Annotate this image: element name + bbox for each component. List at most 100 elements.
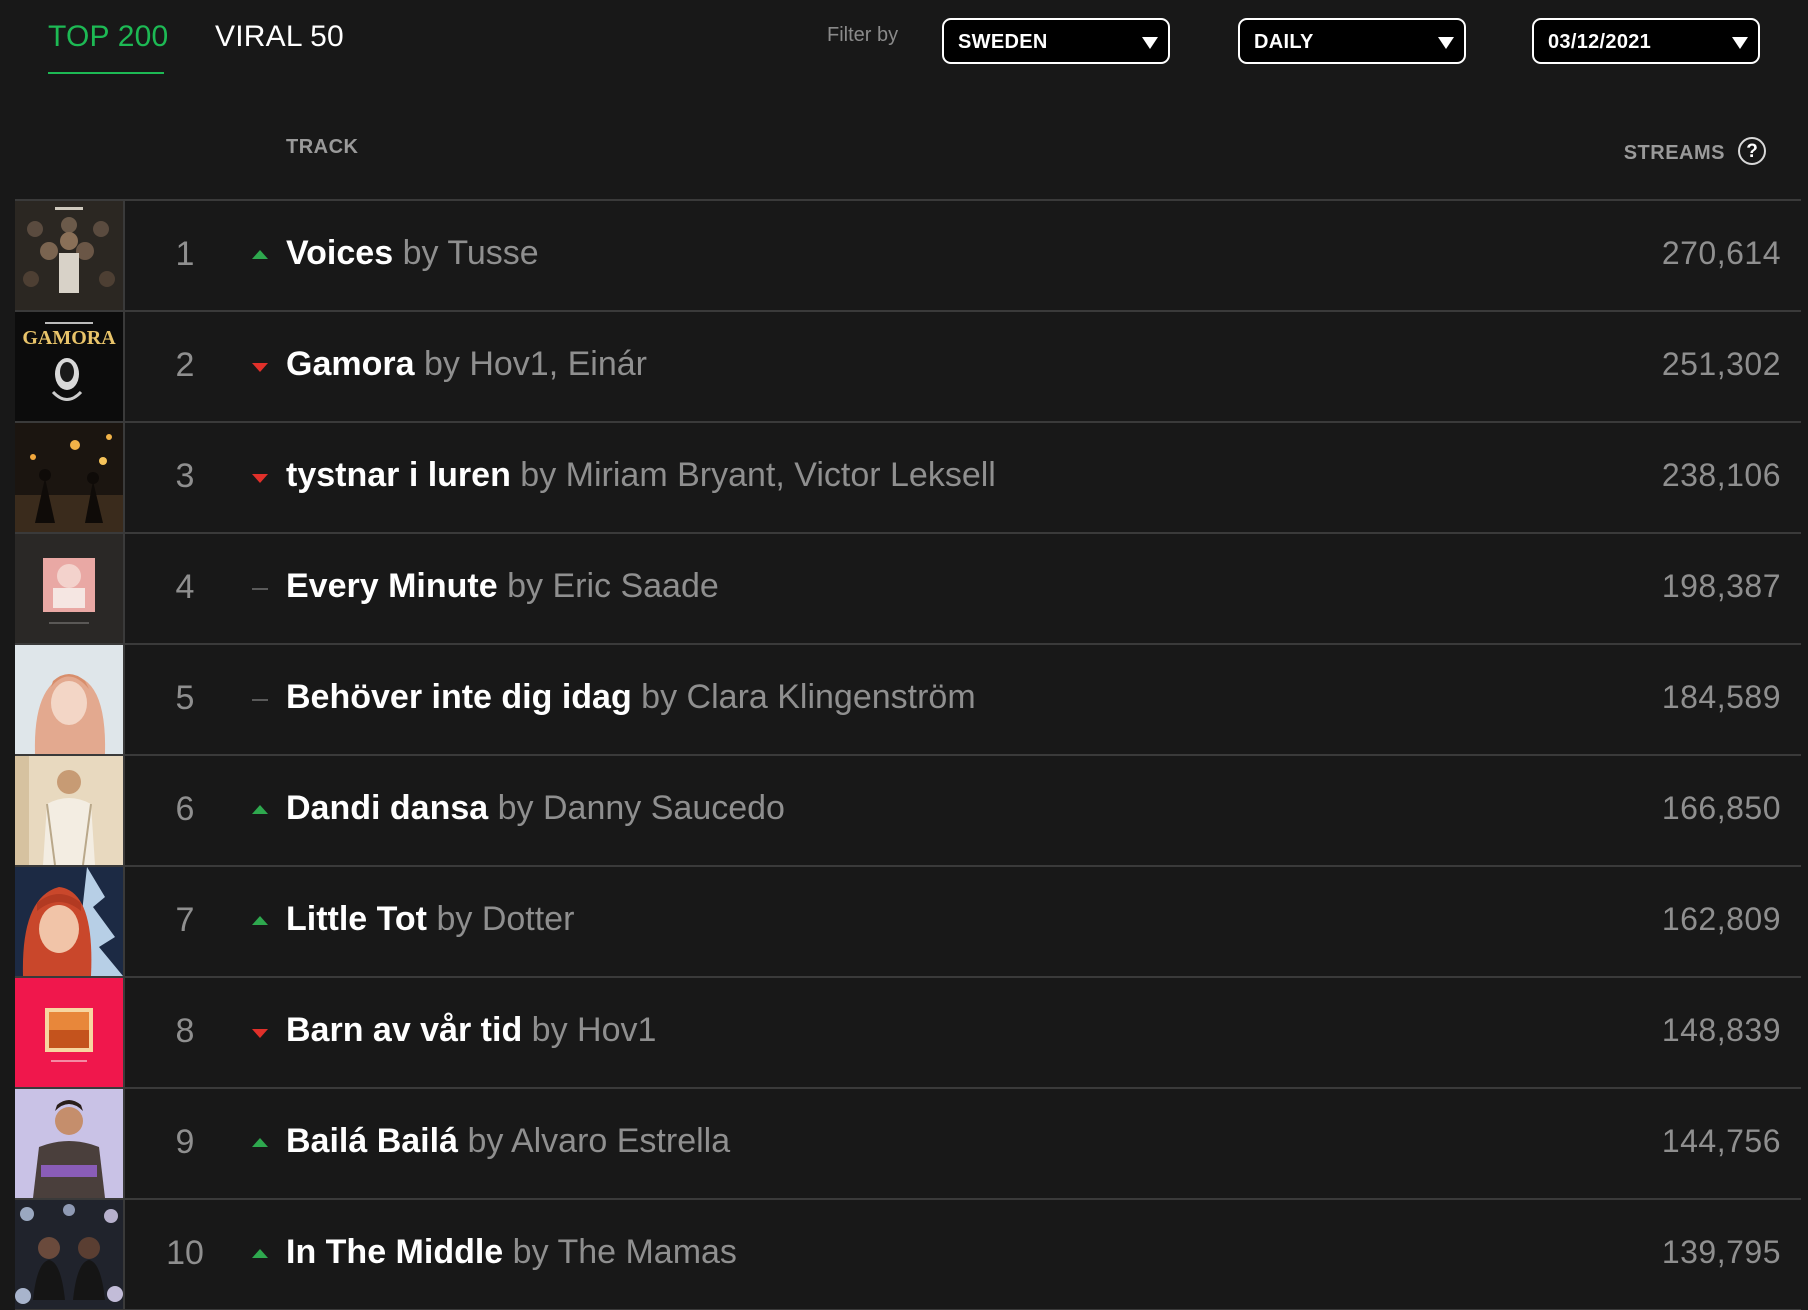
album-art-text: GAMORA: [22, 327, 116, 349]
stream-count: 166,850: [1661, 790, 1781, 826]
row-divider: [123, 867, 125, 976]
stream-count: 270,614: [1661, 235, 1781, 271]
chart-position: 6: [175, 790, 195, 828]
song-name: Barn av vår tid: [286, 1011, 523, 1049]
album-art: GAMORA: [15, 312, 123, 421]
frequency-dropdown[interactable]: DAILY: [1238, 18, 1466, 64]
song-name: Voices: [286, 234, 394, 272]
country-dropdown[interactable]: SWEDEN: [942, 18, 1170, 64]
trend-unchanged-icon: [252, 699, 268, 701]
song-name: In The Middle: [286, 1233, 504, 1271]
frequency-dropdown-value: DAILY: [1254, 31, 1314, 53]
album-art: [15, 756, 123, 865]
track-title[interactable]: Behöver inte dig idag by Clara Klingenst…: [286, 678, 976, 717]
tab-top-200[interactable]: TOP 200: [48, 20, 168, 54]
row-divider: [123, 312, 125, 421]
chart-row[interactable]: 5 Behöver inte dig idag by Clara Klingen…: [15, 645, 1801, 756]
artist-name: Alvaro Estrella: [510, 1122, 731, 1160]
album-art: [15, 423, 123, 532]
artist-name: Clara Klingenström: [686, 678, 976, 716]
row-divider: [123, 756, 125, 865]
row-divider: [123, 534, 125, 643]
by-label: by: [436, 900, 473, 938]
album-art: [15, 534, 123, 643]
track-title[interactable]: In The Middle by The Mamas: [286, 1233, 737, 1272]
song-name: tystnar i luren: [286, 456, 511, 494]
artist-name: Hov1: [577, 1011, 657, 1049]
trend-up-icon: [252, 805, 268, 814]
trend-up-icon: [252, 916, 268, 925]
row-divider: [123, 423, 125, 532]
album-art: [15, 645, 123, 754]
stream-count: 144,756: [1661, 1123, 1781, 1159]
stream-count: 198,387: [1661, 568, 1781, 604]
charts-page: TOP 200 VIRAL 50 Filter by SWEDEN DAILY …: [0, 0, 1808, 1310]
chart-row[interactable]: 10 In The Middle by The Mamas 139,795: [15, 1200, 1801, 1310]
chart-row[interactable]: 9 Bailá Bailá by Alvaro Estrella 144,756: [15, 1089, 1801, 1200]
filter-label: Filter by: [827, 24, 899, 46]
tab-viral-50[interactable]: VIRAL 50: [215, 20, 344, 54]
streams-column-header: STREAMS: [1623, 142, 1725, 164]
chart-row[interactable]: 3 tystnar i luren by Miriam Bryant, Vict…: [15, 423, 1801, 534]
song-name: Behöver inte dig idag: [286, 678, 632, 716]
trend-unchanged-icon: [252, 588, 268, 590]
caret-down-icon: [1438, 37, 1454, 49]
by-label: by: [402, 234, 439, 272]
chart-row[interactable]: 4 Every Minute by Eric Saade 198,387: [15, 534, 1801, 645]
row-divider: [123, 201, 125, 310]
artist-name: Tusse: [447, 234, 539, 272]
chart-position: 5: [175, 679, 195, 717]
by-label: by: [423, 345, 460, 383]
stream-count: 251,302: [1661, 346, 1781, 382]
chart-row[interactable]: 7 Little Tot by Dotter 162,809: [15, 867, 1801, 978]
by-label: by: [507, 567, 543, 605]
album-art: [15, 201, 123, 310]
stream-count: 238,106: [1661, 457, 1781, 493]
chart-position: 2: [175, 346, 195, 384]
track-title[interactable]: Barn av vår tid by Hov1: [286, 1011, 656, 1050]
track-title[interactable]: Every Minute by Eric Saade: [286, 567, 719, 606]
trend-up-icon: [252, 1138, 268, 1147]
track-title[interactable]: Dandi dansa by Danny Saucedo: [286, 789, 785, 828]
row-divider: [123, 978, 125, 1087]
help-icon[interactable]: ?: [1738, 137, 1766, 165]
chart-row[interactable]: 8 Barn av vår tid by Hov1 148,839: [15, 978, 1801, 1089]
stream-count: 139,795: [1661, 1234, 1781, 1270]
artist-name: Miriam Bryant, Victor Leksell: [565, 456, 996, 494]
song-name: Every Minute: [286, 567, 498, 605]
track-title[interactable]: tystnar i luren by Miriam Bryant, Victor…: [286, 456, 996, 495]
track-title[interactable]: Little Tot by Dotter: [286, 900, 574, 939]
track-title[interactable]: Bailá Bailá by Alvaro Estrella: [286, 1122, 730, 1161]
artist-name: Eric Saade: [552, 567, 719, 605]
row-divider: [123, 1089, 125, 1198]
by-label: by: [497, 789, 534, 827]
chart-position: 8: [175, 1012, 195, 1050]
chart-row[interactable]: 6 Dandi dansa by Danny Saucedo 166,850: [15, 756, 1801, 867]
trend-down-icon: [252, 363, 268, 372]
row-divider: [123, 1200, 125, 1309]
trend-up-icon: [252, 1249, 268, 1258]
album-art: [15, 867, 123, 976]
active-tab-indicator: [48, 72, 164, 74]
artist-name: Dotter: [481, 900, 575, 938]
artist-name: The Mamas: [557, 1233, 737, 1271]
chart-position: 10: [166, 1234, 204, 1272]
album-art: [15, 978, 123, 1087]
date-dropdown[interactable]: 03/12/2021: [1532, 18, 1760, 64]
song-name: Gamora: [286, 345, 415, 383]
track-column-header: TRACK: [286, 136, 359, 158]
song-name: Dandi dansa: [286, 789, 489, 827]
date-dropdown-value: 03/12/2021: [1548, 31, 1652, 53]
album-art: [15, 1200, 123, 1309]
track-title[interactable]: Voices by Tusse: [286, 234, 539, 273]
song-name: Little Tot: [286, 900, 427, 938]
track-title[interactable]: Gamora by Hov1, Einár: [286, 345, 647, 384]
chart-row[interactable]: GAMORA 2 Gamora by Hov1, Einár 251,302: [15, 312, 1801, 423]
artist-name: Hov1, Einár: [469, 345, 647, 383]
country-dropdown-value: SWEDEN: [958, 31, 1048, 53]
chart-position: 1: [175, 235, 195, 273]
by-label: by: [531, 1011, 568, 1049]
chart-position: 7: [175, 901, 195, 939]
chart-row[interactable]: 1 Voices by Tusse 270,614: [15, 201, 1801, 312]
by-label: by: [520, 456, 557, 494]
